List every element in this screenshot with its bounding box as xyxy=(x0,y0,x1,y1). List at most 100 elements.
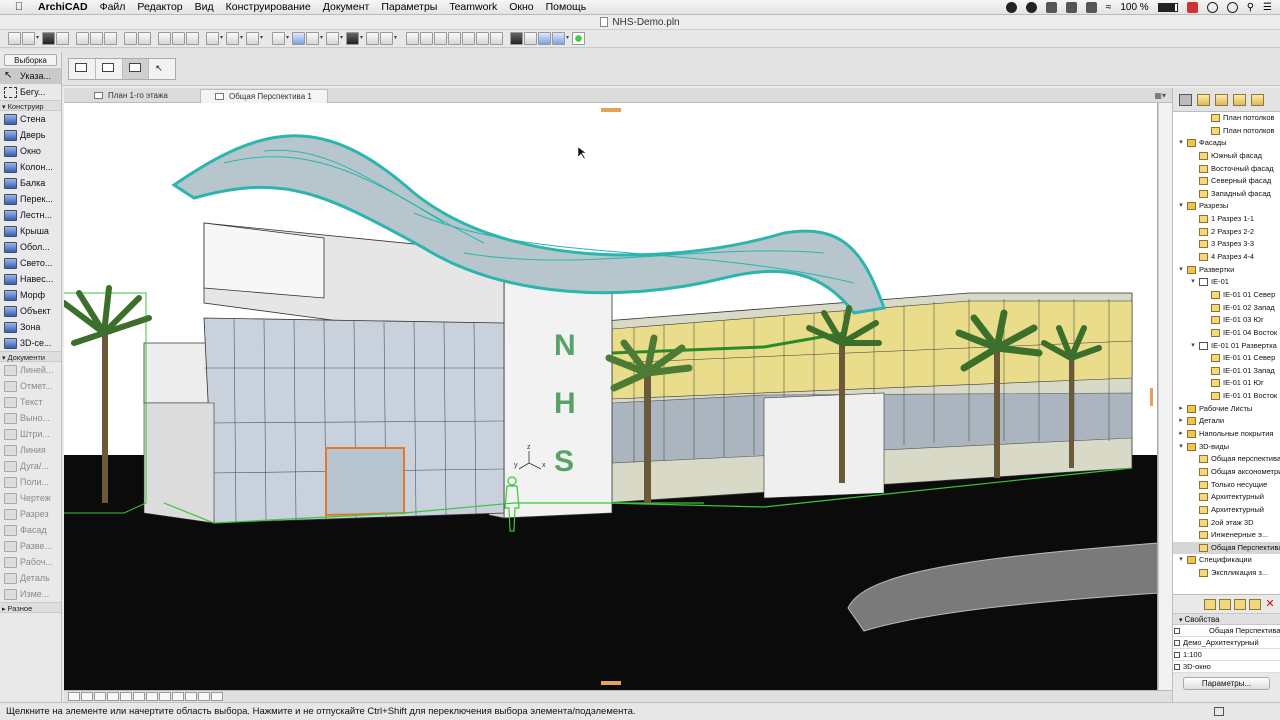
group-dropdown-icon[interactable]: ▾ xyxy=(320,32,325,45)
view-map-icon[interactable] xyxy=(1215,93,1228,106)
tree-item[interactable]: IE-01 01 Восток xyxy=(1173,390,1280,403)
offset-icon[interactable] xyxy=(462,32,475,45)
wifi-icon[interactable]: ≈ xyxy=(1106,2,1112,13)
menu-window[interactable]: Окно xyxy=(509,1,533,13)
tree-item[interactable]: IE-01 01 Север xyxy=(1173,352,1280,365)
tree-folder[interactable]: ▾ Фасады xyxy=(1173,137,1280,150)
notification-center-icon[interactable]: ☰ xyxy=(1263,2,1272,13)
tree-item[interactable]: Общая аксонометрия xyxy=(1173,466,1280,479)
tool-fill[interactable]: Штри... xyxy=(0,426,61,442)
user-icon[interactable] xyxy=(1206,2,1218,13)
spotlight-icon[interactable]: ⚲ xyxy=(1247,2,1254,13)
open-file-icon[interactable] xyxy=(22,32,35,45)
tool-column[interactable]: Колон... xyxy=(0,159,61,175)
tree-item[interactable]: 4 Разрез 4-4 xyxy=(1173,251,1280,264)
settings-button[interactable]: Параметры... xyxy=(1183,677,1270,690)
tree-folder[interactable]: ▾ Развертки xyxy=(1173,264,1280,277)
tree-item[interactable]: Южный фасад xyxy=(1173,150,1280,163)
eyedropper-icon[interactable] xyxy=(172,32,185,45)
bottom-split-handle[interactable] xyxy=(601,681,621,685)
explore-icon[interactable] xyxy=(172,692,184,701)
tool-line[interactable]: Линия xyxy=(0,442,61,458)
menu-view[interactable]: Вид xyxy=(195,1,214,13)
pattern-icon[interactable] xyxy=(272,32,285,45)
tool-zone[interactable]: Зона xyxy=(0,319,61,335)
tool-arrow[interactable]: ↖ Указа... xyxy=(0,68,61,84)
view-mode-icon[interactable] xyxy=(68,692,80,701)
trace-icon[interactable] xyxy=(510,32,523,45)
tree-item[interactable]: IE-01 02 Запад xyxy=(1173,302,1280,315)
tool-change[interactable]: Изме... xyxy=(0,586,61,602)
publisher-sets-icon[interactable] xyxy=(1251,93,1264,106)
tool-slab[interactable]: Перек... xyxy=(0,191,61,207)
orbit-nav-icon[interactable] xyxy=(159,692,171,701)
tool-polyline[interactable]: Поли... xyxy=(0,474,61,490)
cut-icon[interactable] xyxy=(76,32,89,45)
zoom-previous-icon[interactable] xyxy=(120,692,132,701)
line-type-icon[interactable] xyxy=(206,32,219,45)
top-split-handle[interactable] xyxy=(601,108,621,112)
resize-icon[interactable] xyxy=(476,32,489,45)
view-settings-icon[interactable] xyxy=(1249,598,1261,610)
tree-item[interactable]: 2 Разрез 2-2 xyxy=(1173,226,1280,239)
menu-app[interactable]: ArchiCAD xyxy=(38,1,88,13)
tool-text[interactable]: Текст xyxy=(0,394,61,410)
paste-icon[interactable] xyxy=(104,32,117,45)
new-view-icon[interactable] xyxy=(1204,598,1216,610)
tree-item[interactable]: План потолков xyxy=(1173,112,1280,125)
teamwork-icon[interactable] xyxy=(552,32,565,45)
marquee-shape-button[interactable] xyxy=(96,59,123,79)
keyboard-flag-icon[interactable] xyxy=(1186,2,1198,13)
status-panel-icon[interactable] xyxy=(1214,707,1224,716)
tree-item[interactable]: Западный фасад xyxy=(1173,188,1280,201)
tree-folder[interactable]: ▸ Рабочие Листы xyxy=(1173,403,1280,416)
copy-icon[interactable] xyxy=(90,32,103,45)
tree-item[interactable]: Инженерные э... xyxy=(1173,529,1280,542)
battery-icon[interactable] xyxy=(1157,3,1178,12)
apple-icon[interactable]:  xyxy=(12,1,26,13)
text-style-icon[interactable] xyxy=(366,32,379,45)
fill-type-icon[interactable] xyxy=(246,32,259,45)
tool-mesh[interactable]: 3D-се... xyxy=(0,335,61,351)
tree-item[interactable]: Общая перспектива xyxy=(1173,453,1280,466)
zoom-out-icon[interactable] xyxy=(94,692,106,701)
undo-view-icon[interactable] xyxy=(198,692,210,701)
airplay-icon[interactable] xyxy=(1085,2,1097,13)
redo-icon[interactable] xyxy=(138,32,151,45)
dropbox-icon[interactable] xyxy=(1045,2,1057,13)
teamwork-dropdown-icon[interactable]: ▾ xyxy=(566,32,571,45)
tree-item[interactable]: Архитектурный xyxy=(1173,491,1280,504)
menu-options[interactable]: Параметры xyxy=(381,1,437,13)
tool-stair[interactable]: Лестн... xyxy=(0,207,61,223)
tree-item[interactable]: Восточный фасад xyxy=(1173,163,1280,176)
expand-arrow-icon[interactable]: ▾ xyxy=(1189,340,1197,352)
new-folder-icon[interactable] xyxy=(1234,598,1246,610)
tab-perspective[interactable]: Общая Перспектива 1 xyxy=(200,89,328,103)
expand-arrow-icon[interactable]: ▾ xyxy=(1177,200,1185,212)
tool-curtain-wall[interactable]: Навес... xyxy=(0,271,61,287)
tree-folder[interactable]: ▸ Напольные покрытия xyxy=(1173,428,1280,441)
tool-section[interactable]: Разрез xyxy=(0,506,61,522)
collapse-arrow-icon[interactable]: ▸ xyxy=(1177,403,1185,415)
align-dropdown-icon[interactable]: ▾ xyxy=(394,32,399,45)
open-dropdown-icon[interactable]: ▾ xyxy=(36,32,41,45)
new-file-icon[interactable] xyxy=(8,32,21,45)
creative-cloud-icon[interactable] xyxy=(1005,2,1017,13)
print-icon[interactable] xyxy=(56,32,69,45)
toolbox-section-more[interactable]: Разное xyxy=(0,602,61,613)
organizer-icon[interactable] xyxy=(1179,93,1192,106)
tool-object[interactable]: Объект xyxy=(0,303,61,319)
tree-item[interactable]: План потолков xyxy=(1173,125,1280,138)
align-icon[interactable] xyxy=(380,32,393,45)
layout-book-icon[interactable] xyxy=(1233,93,1246,106)
lock-dropdown-icon[interactable]: ▾ xyxy=(340,32,345,45)
delete-icon[interactable]: ✕ xyxy=(1264,598,1276,610)
viewport-vertical-scrollbar[interactable] xyxy=(1158,103,1172,690)
expand-arrow-icon[interactable]: ▾ xyxy=(1189,276,1197,288)
tool-dimension[interactable]: Линей... xyxy=(0,362,61,378)
find-select-icon[interactable] xyxy=(158,32,171,45)
pattern-dropdown-icon[interactable]: ▾ xyxy=(286,32,291,45)
toolbox-header[interactable]: Выборка xyxy=(4,54,57,66)
tool-detail[interactable]: Деталь xyxy=(0,570,61,586)
tool-skylight[interactable]: Свето... xyxy=(0,255,61,271)
